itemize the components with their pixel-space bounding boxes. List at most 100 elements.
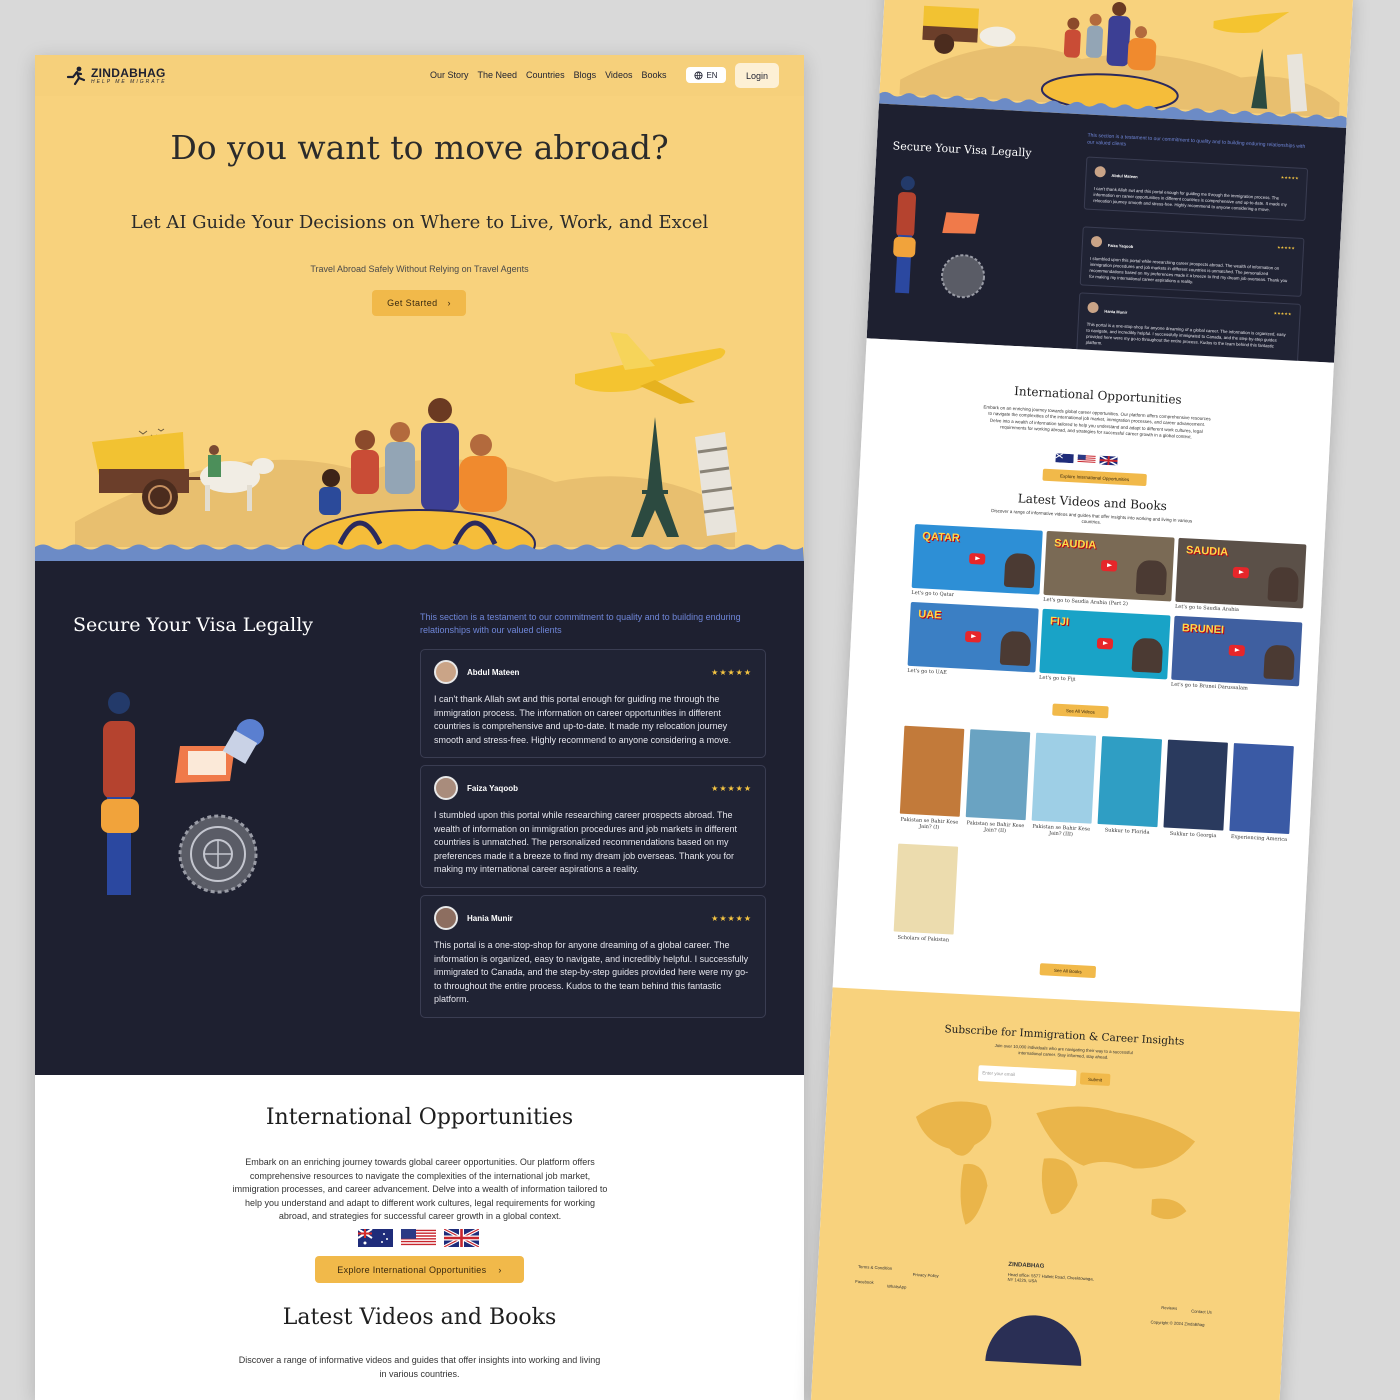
review-card: Faiza Yaqoob ★★★★★ I stumbled upon this … xyxy=(420,765,766,888)
host-portrait xyxy=(1263,644,1296,681)
brand-logo[interactable]: ZINDABHAG HELP ME MIGRATE xyxy=(65,65,167,87)
usa-flag[interactable] xyxy=(401,1229,436,1247)
book-card[interactable]: Scholars of Pakistan xyxy=(892,843,959,957)
preview-visa-illustration xyxy=(893,176,986,299)
preview-opportunities-text: Embark on an enriching journey towards g… xyxy=(983,404,1211,440)
avatar xyxy=(434,660,458,684)
book-cover[interactable] xyxy=(893,843,959,935)
play-icon[interactable] xyxy=(1100,559,1118,572)
usa-flag[interactable] xyxy=(1077,454,1096,465)
video-thumb-title: BRUNEI xyxy=(1181,622,1225,637)
book-caption: Experiencing America xyxy=(1230,833,1288,843)
video-thumbnail[interactable]: QATAR xyxy=(911,524,1043,595)
opportunities-section: International Opportunities Embark on an… xyxy=(35,1075,804,1400)
hero-title: Do you want to move abroad? xyxy=(170,128,669,167)
book-card[interactable]: Sukkur to Florida xyxy=(1096,736,1163,849)
country-flags xyxy=(358,1229,479,1247)
avatar xyxy=(1094,166,1106,178)
reviewer-name: Abdul Mateen xyxy=(467,667,520,677)
see-all-videos-button[interactable]: See All Videos xyxy=(1052,703,1109,719)
chevron-right-icon: › xyxy=(498,1264,502,1275)
australia-flag[interactable] xyxy=(358,1229,393,1247)
video-thumbnail[interactable]: SAUDIA xyxy=(1175,537,1307,609)
uk-flag[interactable] xyxy=(1099,455,1118,466)
host-portrait xyxy=(1267,566,1300,603)
book-card[interactable]: Pakistan se Bahir Kese Jain? (I) xyxy=(899,725,965,839)
nav-the-need[interactable]: The Need xyxy=(478,70,518,80)
airplane xyxy=(575,332,726,404)
footer-privacy-link[interactable]: Privacy Policy xyxy=(913,1272,939,1278)
preview-opportunities: International Opportunities Embark on an… xyxy=(832,338,1334,1012)
see-all-books-button[interactable]: See All Books xyxy=(1039,963,1097,979)
video-thumbnail[interactable]: FIJI xyxy=(1039,608,1171,680)
login-button[interactable]: Login xyxy=(735,63,779,88)
video-card[interactable]: BRUNEI Let's go to Brunei Darussalam xyxy=(1171,615,1303,697)
video-card[interactable]: QATAR Let's go to Qatar xyxy=(911,524,1043,605)
video-thumbnail[interactable]: UAE xyxy=(907,601,1039,673)
footer-facebook-link[interactable]: Facebook xyxy=(855,1279,874,1285)
email-field[interactable]: Enter your email xyxy=(977,1065,1077,1087)
preview-review-text: I stumbled upon this portal while resear… xyxy=(1089,255,1288,285)
get-started-button[interactable]: Get Started › xyxy=(372,290,466,316)
book-caption: Pakistan se Bahir Kese Jain? (III) xyxy=(1032,823,1091,838)
visa-intro: This section is a testament to our commi… xyxy=(420,612,741,635)
preview-review-card: Abdul Mateen ★★★★★ I can't thank Allah s… xyxy=(1083,156,1309,222)
water-waves xyxy=(35,544,804,562)
video-card[interactable]: SAUDIA Let's go to Saudia Arabia (Part 2… xyxy=(1043,530,1175,612)
video-thumb-title: SAUDIA xyxy=(1053,537,1097,552)
video-thumbnail[interactable]: BRUNEI xyxy=(1171,615,1303,687)
book-cover[interactable] xyxy=(1031,732,1097,824)
play-icon[interactable] xyxy=(964,630,982,643)
visa-title: Secure Your Visa Legally xyxy=(73,614,314,636)
runner-icon xyxy=(66,66,86,86)
play-icon[interactable] xyxy=(1096,637,1114,650)
nav-videos[interactable]: Videos xyxy=(605,70,632,80)
play-icon[interactable] xyxy=(1228,644,1246,657)
book-cover[interactable] xyxy=(899,725,965,817)
traveler-figure xyxy=(101,692,139,895)
book-card[interactable]: Pakistan se Bahir Kese Jain? (III) xyxy=(1030,732,1097,846)
footer-whatsapp-link[interactable]: WhatsApp xyxy=(887,1284,907,1290)
uk-flag[interactable] xyxy=(444,1229,479,1247)
footer-reviews-link[interactable]: Reviews xyxy=(1161,1305,1177,1311)
explore-opportunities-button[interactable]: Explore International Opportunities › xyxy=(315,1256,524,1283)
avatar xyxy=(434,906,458,930)
video-card[interactable]: UAE Let's go to UAE xyxy=(907,601,1039,683)
full-page-preview: Secure Your Visa Legally This section is… xyxy=(810,0,1354,1400)
footer-terms-link[interactable]: Terms & Condition xyxy=(858,1264,892,1271)
book-card[interactable]: Sukkur to Georgia xyxy=(1162,739,1228,853)
preview-explore-button[interactable]: Explore International Opportunities xyxy=(1042,468,1147,487)
preview-reviewer-name: Abdul Mateen xyxy=(1111,172,1138,180)
book-card[interactable]: Pakistan se Bahir Kese Jain? (II) xyxy=(965,729,1031,842)
language-label: EN xyxy=(706,70,718,80)
video-thumbnail[interactable]: SAUDIA xyxy=(1043,530,1175,602)
play-icon[interactable] xyxy=(1232,566,1250,579)
footer-contact-link[interactable]: Contact Us xyxy=(1191,1309,1212,1315)
host-portrait xyxy=(1131,637,1164,674)
nav-blogs[interactable]: Blogs xyxy=(574,70,597,80)
book-cover[interactable] xyxy=(1163,739,1228,831)
review-text: I can't thank Allah swt and this portal … xyxy=(434,694,732,745)
book-cover[interactable] xyxy=(1097,736,1163,828)
get-started-label: Get Started xyxy=(387,298,438,308)
globe-illustration xyxy=(985,1315,1082,1366)
preview-country-flags xyxy=(1055,453,1118,466)
book-cover[interactable] xyxy=(965,729,1031,821)
video-card[interactable]: SAUDIA Let's go to Saudia Arabia xyxy=(1175,537,1307,619)
avatar xyxy=(1087,302,1099,314)
nav-our-story[interactable]: Our Story xyxy=(430,70,469,80)
video-card[interactable]: FIJI Let's go to Fiji xyxy=(1039,608,1171,690)
book-card[interactable]: Experiencing America xyxy=(1228,743,1294,856)
nav-countries[interactable]: Countries xyxy=(526,70,565,80)
explore-label: Explore International Opportunities xyxy=(337,1264,487,1275)
submit-button[interactable]: Submit xyxy=(1079,1072,1111,1086)
footer-brand: ZINDABHAG xyxy=(1008,1261,1045,1270)
preview-testimonials: Secure Your Visa Legally This section is… xyxy=(866,103,1347,363)
language-selector[interactable]: EN xyxy=(686,67,726,83)
book-cover[interactable] xyxy=(1229,743,1294,835)
visa-illustration xyxy=(101,692,264,895)
play-icon[interactable] xyxy=(968,552,986,565)
australia-flag[interactable] xyxy=(1055,453,1074,464)
nav-books[interactable]: Books xyxy=(641,70,666,80)
media-title: Latest Videos and Books xyxy=(282,1305,557,1330)
